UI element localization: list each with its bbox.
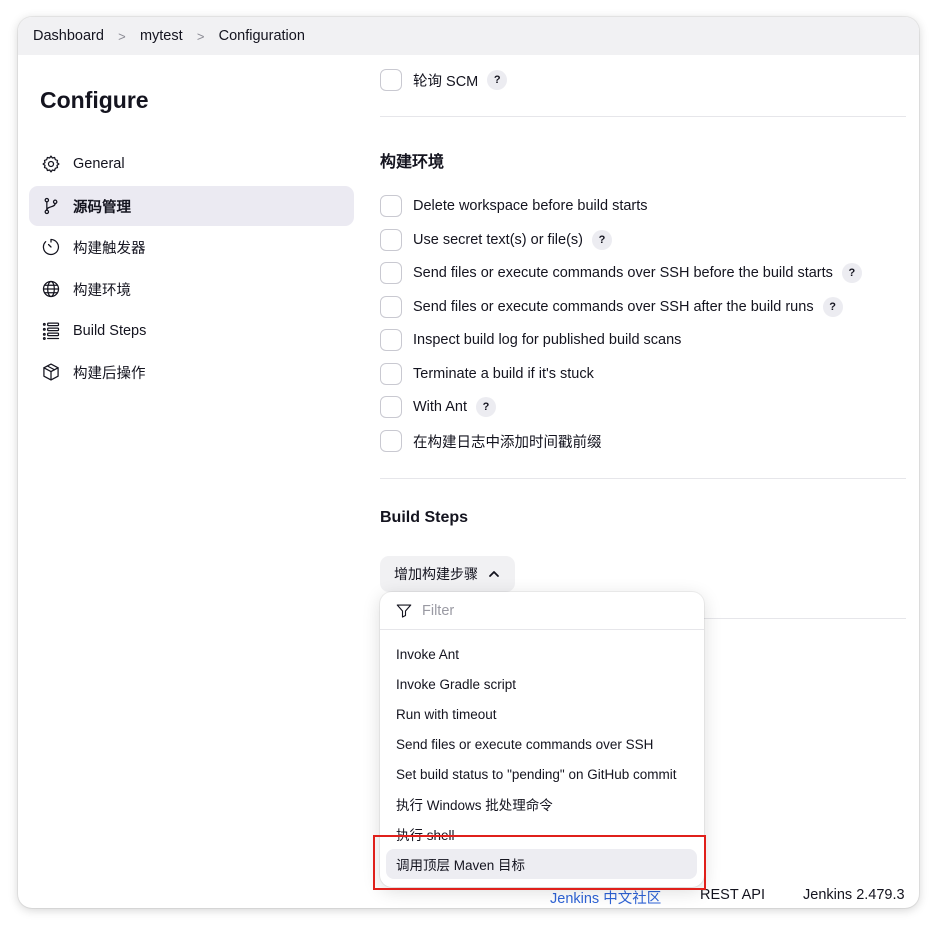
- option-inspect-build-log: Inspect build log for published build sc…: [380, 328, 681, 352]
- branch-icon: [41, 196, 61, 216]
- sidebar-item-build-steps[interactable]: Build Steps: [29, 311, 354, 351]
- option-delete-workspace: Delete workspace before build starts: [380, 194, 648, 218]
- add-build-step-button[interactable]: 增加构建步骤: [380, 556, 515, 592]
- dropdown-item-send-files-ssh[interactable]: Send files or execute commands over SSH: [386, 729, 697, 759]
- timer-icon: [41, 237, 61, 257]
- option-label: 轮询 SCM: [413, 73, 479, 90]
- gear-icon: [41, 154, 61, 174]
- help-icon[interactable]: ?: [476, 397, 496, 417]
- help-icon[interactable]: ?: [592, 230, 612, 250]
- dropdown-item-invoke-ant[interactable]: Invoke Ant: [386, 639, 697, 669]
- option-label: With Ant: [413, 399, 467, 415]
- help-icon[interactable]: ?: [822, 297, 843, 317]
- help-icon[interactable]: ?: [841, 263, 862, 283]
- help-icon[interactable]: ?: [487, 70, 508, 90]
- inspect-build-log-checkbox[interactable]: [380, 329, 402, 351]
- option-ssh-after-build: Send files or execute commands over SSH …: [380, 295, 843, 319]
- sidebar-item-scm[interactable]: 源码管理: [29, 186, 354, 226]
- breadcrumb-dashboard[interactable]: Dashboard: [33, 28, 104, 44]
- dropdown-item-invoke-maven[interactable]: 调用顶层 Maven 目标: [386, 849, 697, 879]
- filter-icon: [396, 603, 412, 618]
- poll-scm-checkbox[interactable]: [380, 69, 402, 91]
- option-label: Send files or execute commands over SSH …: [413, 265, 833, 281]
- footer-rest-api-link[interactable]: REST API: [700, 887, 765, 903]
- package-icon: [41, 362, 61, 382]
- dropdown-item-windows-batch[interactable]: 执行 Windows 批处理命令: [386, 789, 697, 819]
- sidebar-item-label: 构建后操作: [73, 365, 146, 382]
- ssh-before-build-checkbox[interactable]: [380, 262, 402, 284]
- option-poll-scm: 轮询 SCM ?: [380, 68, 508, 92]
- sidebar-item-label: 构建触发器: [73, 240, 146, 257]
- terminate-stuck-checkbox[interactable]: [380, 363, 402, 385]
- sidebar-item-label: 源码管理: [73, 199, 131, 216]
- sidebar-item-label: Build Steps: [73, 323, 147, 339]
- option-with-ant: With Ant ?: [380, 395, 496, 419]
- breadcrumb-configuration[interactable]: Configuration: [219, 28, 305, 44]
- option-ssh-before-build: Send files or execute commands over SSH …: [380, 261, 862, 285]
- option-timestamps: 在构建日志中添加时间戳前缀: [380, 429, 602, 453]
- globe-icon: [41, 279, 61, 299]
- option-label: Inspect build log for published build sc…: [413, 332, 682, 348]
- add-build-step-label: 增加构建步骤: [394, 566, 478, 582]
- option-label: 在构建日志中添加时间戳前缀: [413, 434, 602, 451]
- section-divider: [380, 116, 906, 117]
- page-title: Configure: [40, 87, 149, 113]
- timestamps-checkbox[interactable]: [380, 430, 402, 452]
- build-environment-heading: 构建环境: [380, 154, 445, 171]
- delete-workspace-checkbox[interactable]: [380, 195, 402, 217]
- filter-input[interactable]: [422, 602, 682, 619]
- sidebar-item-build-triggers[interactable]: 构建触发器: [29, 227, 354, 267]
- with-ant-checkbox[interactable]: [380, 396, 402, 418]
- ssh-after-build-checkbox[interactable]: [380, 296, 402, 318]
- dropdown-item-github-pending[interactable]: Set build status to "pending" on GitHub …: [386, 759, 697, 789]
- sidebar-item-general[interactable]: General: [29, 144, 354, 184]
- breadcrumb-separator-icon: >: [118, 28, 126, 44]
- option-label: Delete workspace before build starts: [413, 198, 648, 214]
- breadcrumb-separator-icon: >: [196, 28, 205, 44]
- sidebar-item-post-build[interactable]: 构建后操作: [29, 352, 354, 392]
- footer-version[interactable]: Jenkins 2.479.3: [803, 887, 905, 903]
- dropdown-item-invoke-gradle[interactable]: Invoke Gradle script: [386, 669, 697, 699]
- section-divider: [380, 478, 906, 479]
- chevron-up-icon: [489, 571, 499, 577]
- footer-community-link[interactable]: Jenkins 中文社区: [550, 887, 661, 908]
- secret-text-checkbox[interactable]: [380, 229, 402, 251]
- breadcrumb: Dashboard > mytest > Configuration: [18, 17, 919, 55]
- sidebar-item-build-environment[interactable]: 构建环境: [29, 269, 354, 309]
- option-terminate-stuck: Terminate a build if it's stuck: [380, 362, 594, 386]
- breadcrumb-job[interactable]: mytest: [140, 28, 183, 44]
- build-steps-heading: Build Steps: [380, 509, 469, 526]
- build-step-dropdown: Invoke Ant Invoke Gradle script Run with…: [380, 592, 704, 887]
- option-secret-text: Use secret text(s) or file(s) ?: [380, 228, 612, 252]
- list-icon: [41, 321, 61, 341]
- option-label: Terminate a build if it's stuck: [413, 366, 594, 382]
- dropdown-item-run-with-timeout[interactable]: Run with timeout: [386, 699, 697, 729]
- filter-row: [380, 592, 704, 630]
- option-label: Send files or execute commands over SSH …: [413, 299, 814, 315]
- dropdown-item-execute-shell[interactable]: 执行 shell: [386, 819, 697, 849]
- sidebar-item-label: 构建环境: [73, 282, 131, 299]
- option-label: Use secret text(s) or file(s): [413, 232, 583, 248]
- sidebar-item-label: General: [73, 156, 125, 172]
- app-window: Dashboard > mytest > Configuration Confi…: [18, 17, 919, 908]
